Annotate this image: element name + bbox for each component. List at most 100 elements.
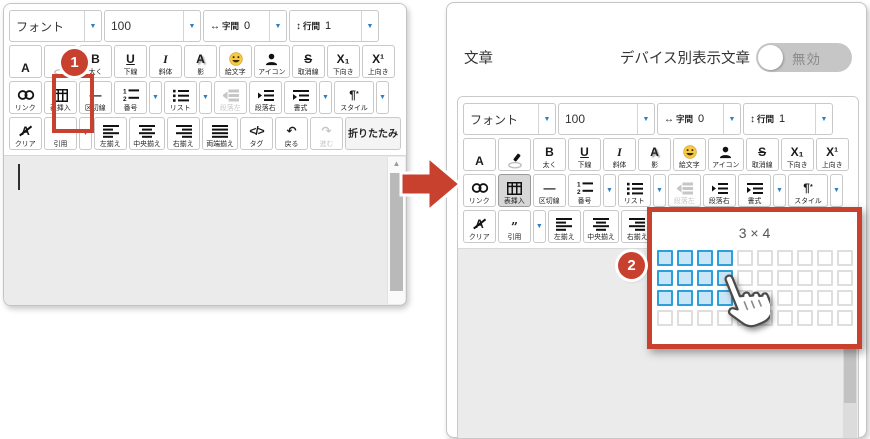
quote-dropdown[interactable]: ▼ bbox=[533, 210, 546, 243]
person-icon-button[interactable]: アイコン bbox=[254, 45, 290, 78]
table-size-cell[interactable] bbox=[837, 310, 853, 326]
superscript-button[interactable]: X¹ 上向き bbox=[816, 138, 849, 171]
table-size-cell[interactable] bbox=[837, 290, 853, 306]
char-spacing-select[interactable]: ↔ 字間 0 ▼ bbox=[203, 10, 287, 42]
subscript-button[interactable]: X₁ 下向き bbox=[327, 45, 360, 78]
bullet-list-button[interactable]: リスト bbox=[618, 174, 651, 207]
line-spacing-select[interactable]: ↕ 行間 1 ▼ bbox=[743, 103, 833, 135]
chevron-down-icon[interactable]: ▼ bbox=[84, 11, 101, 41]
paragraph-outdent-button[interactable]: 段落左 bbox=[214, 81, 247, 114]
table-size-cell[interactable] bbox=[777, 270, 793, 286]
superscript-button[interactable]: X¹ 上向き bbox=[362, 45, 395, 78]
numbered-list-button[interactable]: 12 番号 bbox=[568, 174, 601, 207]
chevron-down-icon[interactable]: ▼ bbox=[723, 104, 740, 134]
link-button[interactable]: リンク bbox=[463, 174, 496, 207]
table-size-cell[interactable] bbox=[797, 290, 813, 306]
font-color-button[interactable]: A bbox=[463, 138, 496, 171]
style-dropdown[interactable]: ▼ bbox=[830, 174, 843, 207]
table-size-cell[interactable] bbox=[817, 290, 833, 306]
table-size-cell[interactable] bbox=[797, 310, 813, 326]
chevron-down-icon[interactable]: ▼ bbox=[637, 104, 654, 134]
style-button[interactable]: ¶* スタイル bbox=[334, 81, 374, 114]
table-size-cell[interactable] bbox=[837, 270, 853, 286]
fold-toolbar-button[interactable]: 折りたたみ bbox=[345, 117, 401, 150]
bullet-list-button[interactable]: リスト bbox=[164, 81, 197, 114]
format-button[interactable]: 書式 bbox=[738, 174, 771, 207]
table-size-cell[interactable] bbox=[697, 270, 713, 286]
numbered-list-dropdown[interactable]: ▼ bbox=[603, 174, 616, 207]
table-size-cell[interactable] bbox=[657, 250, 673, 266]
table-size-cell[interactable] bbox=[777, 290, 793, 306]
subscript-button[interactable]: X₁ 下向き bbox=[781, 138, 814, 171]
font-size-select[interactable]: 100 ▼ bbox=[104, 10, 201, 42]
align-right-button[interactable]: 右揃え bbox=[167, 117, 200, 150]
numbered-list-button[interactable]: 12 番号 bbox=[114, 81, 147, 114]
italic-button[interactable]: I 斜体 bbox=[149, 45, 182, 78]
underline-button[interactable]: U 下線 bbox=[114, 45, 147, 78]
insert-table-button[interactable]: 表挿入 bbox=[498, 174, 531, 207]
person-icon-button[interactable]: アイコン bbox=[708, 138, 744, 171]
table-size-cell[interactable] bbox=[817, 270, 833, 286]
style-dropdown[interactable]: ▼ bbox=[376, 81, 389, 114]
editor-text-area[interactable]: ▲ bbox=[4, 155, 406, 305]
table-size-cell[interactable] bbox=[797, 270, 813, 286]
numbered-list-dropdown[interactable]: ▼ bbox=[149, 81, 162, 114]
chevron-down-icon[interactable]: ▼ bbox=[269, 11, 286, 41]
chevron-down-icon[interactable]: ▼ bbox=[538, 104, 555, 134]
table-size-cell[interactable] bbox=[657, 290, 673, 306]
table-size-cell[interactable] bbox=[777, 250, 793, 266]
text-shadow-button[interactable]: A 影 bbox=[184, 45, 217, 78]
chevron-down-icon[interactable]: ▼ bbox=[183, 11, 200, 41]
paragraph-indent-button[interactable]: 段落右 bbox=[249, 81, 282, 114]
table-size-cell[interactable] bbox=[677, 290, 693, 306]
undo-button[interactable]: ↶ 戻る bbox=[275, 117, 308, 150]
chevron-down-icon[interactable]: ▼ bbox=[361, 11, 378, 41]
table-size-cell[interactable] bbox=[677, 310, 693, 326]
toggle-knob[interactable] bbox=[758, 45, 783, 70]
quote-button[interactable]: ” 引用 bbox=[498, 210, 531, 243]
redo-button[interactable]: ↷ 進む bbox=[310, 117, 343, 150]
table-size-cell[interactable] bbox=[657, 310, 673, 326]
table-size-cell[interactable] bbox=[657, 270, 673, 286]
table-size-cell[interactable] bbox=[697, 310, 713, 326]
char-spacing-select[interactable]: ↔ 字間 0 ▼ bbox=[657, 103, 741, 135]
table-size-cell[interactable] bbox=[697, 250, 713, 266]
paragraph-outdent-button[interactable]: 段落左 bbox=[668, 174, 701, 207]
bold-button[interactable]: B 太く bbox=[533, 138, 566, 171]
italic-button[interactable]: I 斜体 bbox=[603, 138, 636, 171]
paragraph-indent-button[interactable]: 段落右 bbox=[703, 174, 736, 207]
emoji-button[interactable]: 絵文字 bbox=[673, 138, 706, 171]
emoji-button[interactable]: 絵文字 bbox=[219, 45, 252, 78]
font-size-select[interactable]: 100 ▼ bbox=[558, 103, 655, 135]
bullet-list-dropdown[interactable]: ▼ bbox=[653, 174, 666, 207]
table-size-cell[interactable] bbox=[797, 250, 813, 266]
font-family-select[interactable]: フォント ▼ bbox=[463, 103, 556, 135]
table-size-cell[interactable] bbox=[837, 250, 853, 266]
align-left-button[interactable]: 左揃え bbox=[94, 117, 127, 150]
clear-format-button[interactable]: A クリア bbox=[9, 117, 42, 150]
clear-format-button[interactable]: A クリア bbox=[463, 210, 496, 243]
device-display-toggle[interactable]: 無効 bbox=[756, 43, 852, 72]
line-spacing-select[interactable]: ↕ 行間 1 ▼ bbox=[289, 10, 379, 42]
align-center-button[interactable]: 中央揃え bbox=[583, 210, 619, 243]
font-color-button[interactable]: A bbox=[9, 45, 42, 78]
font-family-select[interactable]: フォント ▼ bbox=[9, 10, 102, 42]
format-button[interactable]: 書式 bbox=[284, 81, 317, 114]
table-size-cell[interactable] bbox=[697, 290, 713, 306]
style-button[interactable]: ¶* スタイル bbox=[788, 174, 828, 207]
tag-button[interactable]: </> タグ bbox=[240, 117, 273, 150]
table-size-cell[interactable] bbox=[817, 250, 833, 266]
table-size-cell[interactable] bbox=[817, 310, 833, 326]
format-dropdown[interactable]: ▼ bbox=[773, 174, 786, 207]
divider-button[interactable]: — 区切線 bbox=[533, 174, 566, 207]
text-shadow-button[interactable]: A 影 bbox=[638, 138, 671, 171]
chevron-down-icon[interactable]: ▼ bbox=[815, 104, 832, 134]
strikethrough-button[interactable]: S 取消線 bbox=[292, 45, 325, 78]
justify-button[interactable]: 両端揃え bbox=[202, 117, 238, 150]
table-size-cell[interactable] bbox=[677, 250, 693, 266]
align-center-button[interactable]: 中央揃え bbox=[129, 117, 165, 150]
underline-button[interactable]: U 下線 bbox=[568, 138, 601, 171]
strikethrough-button[interactable]: S 取消線 bbox=[746, 138, 779, 171]
table-size-cell[interactable] bbox=[677, 270, 693, 286]
table-size-cell[interactable] bbox=[777, 310, 793, 326]
